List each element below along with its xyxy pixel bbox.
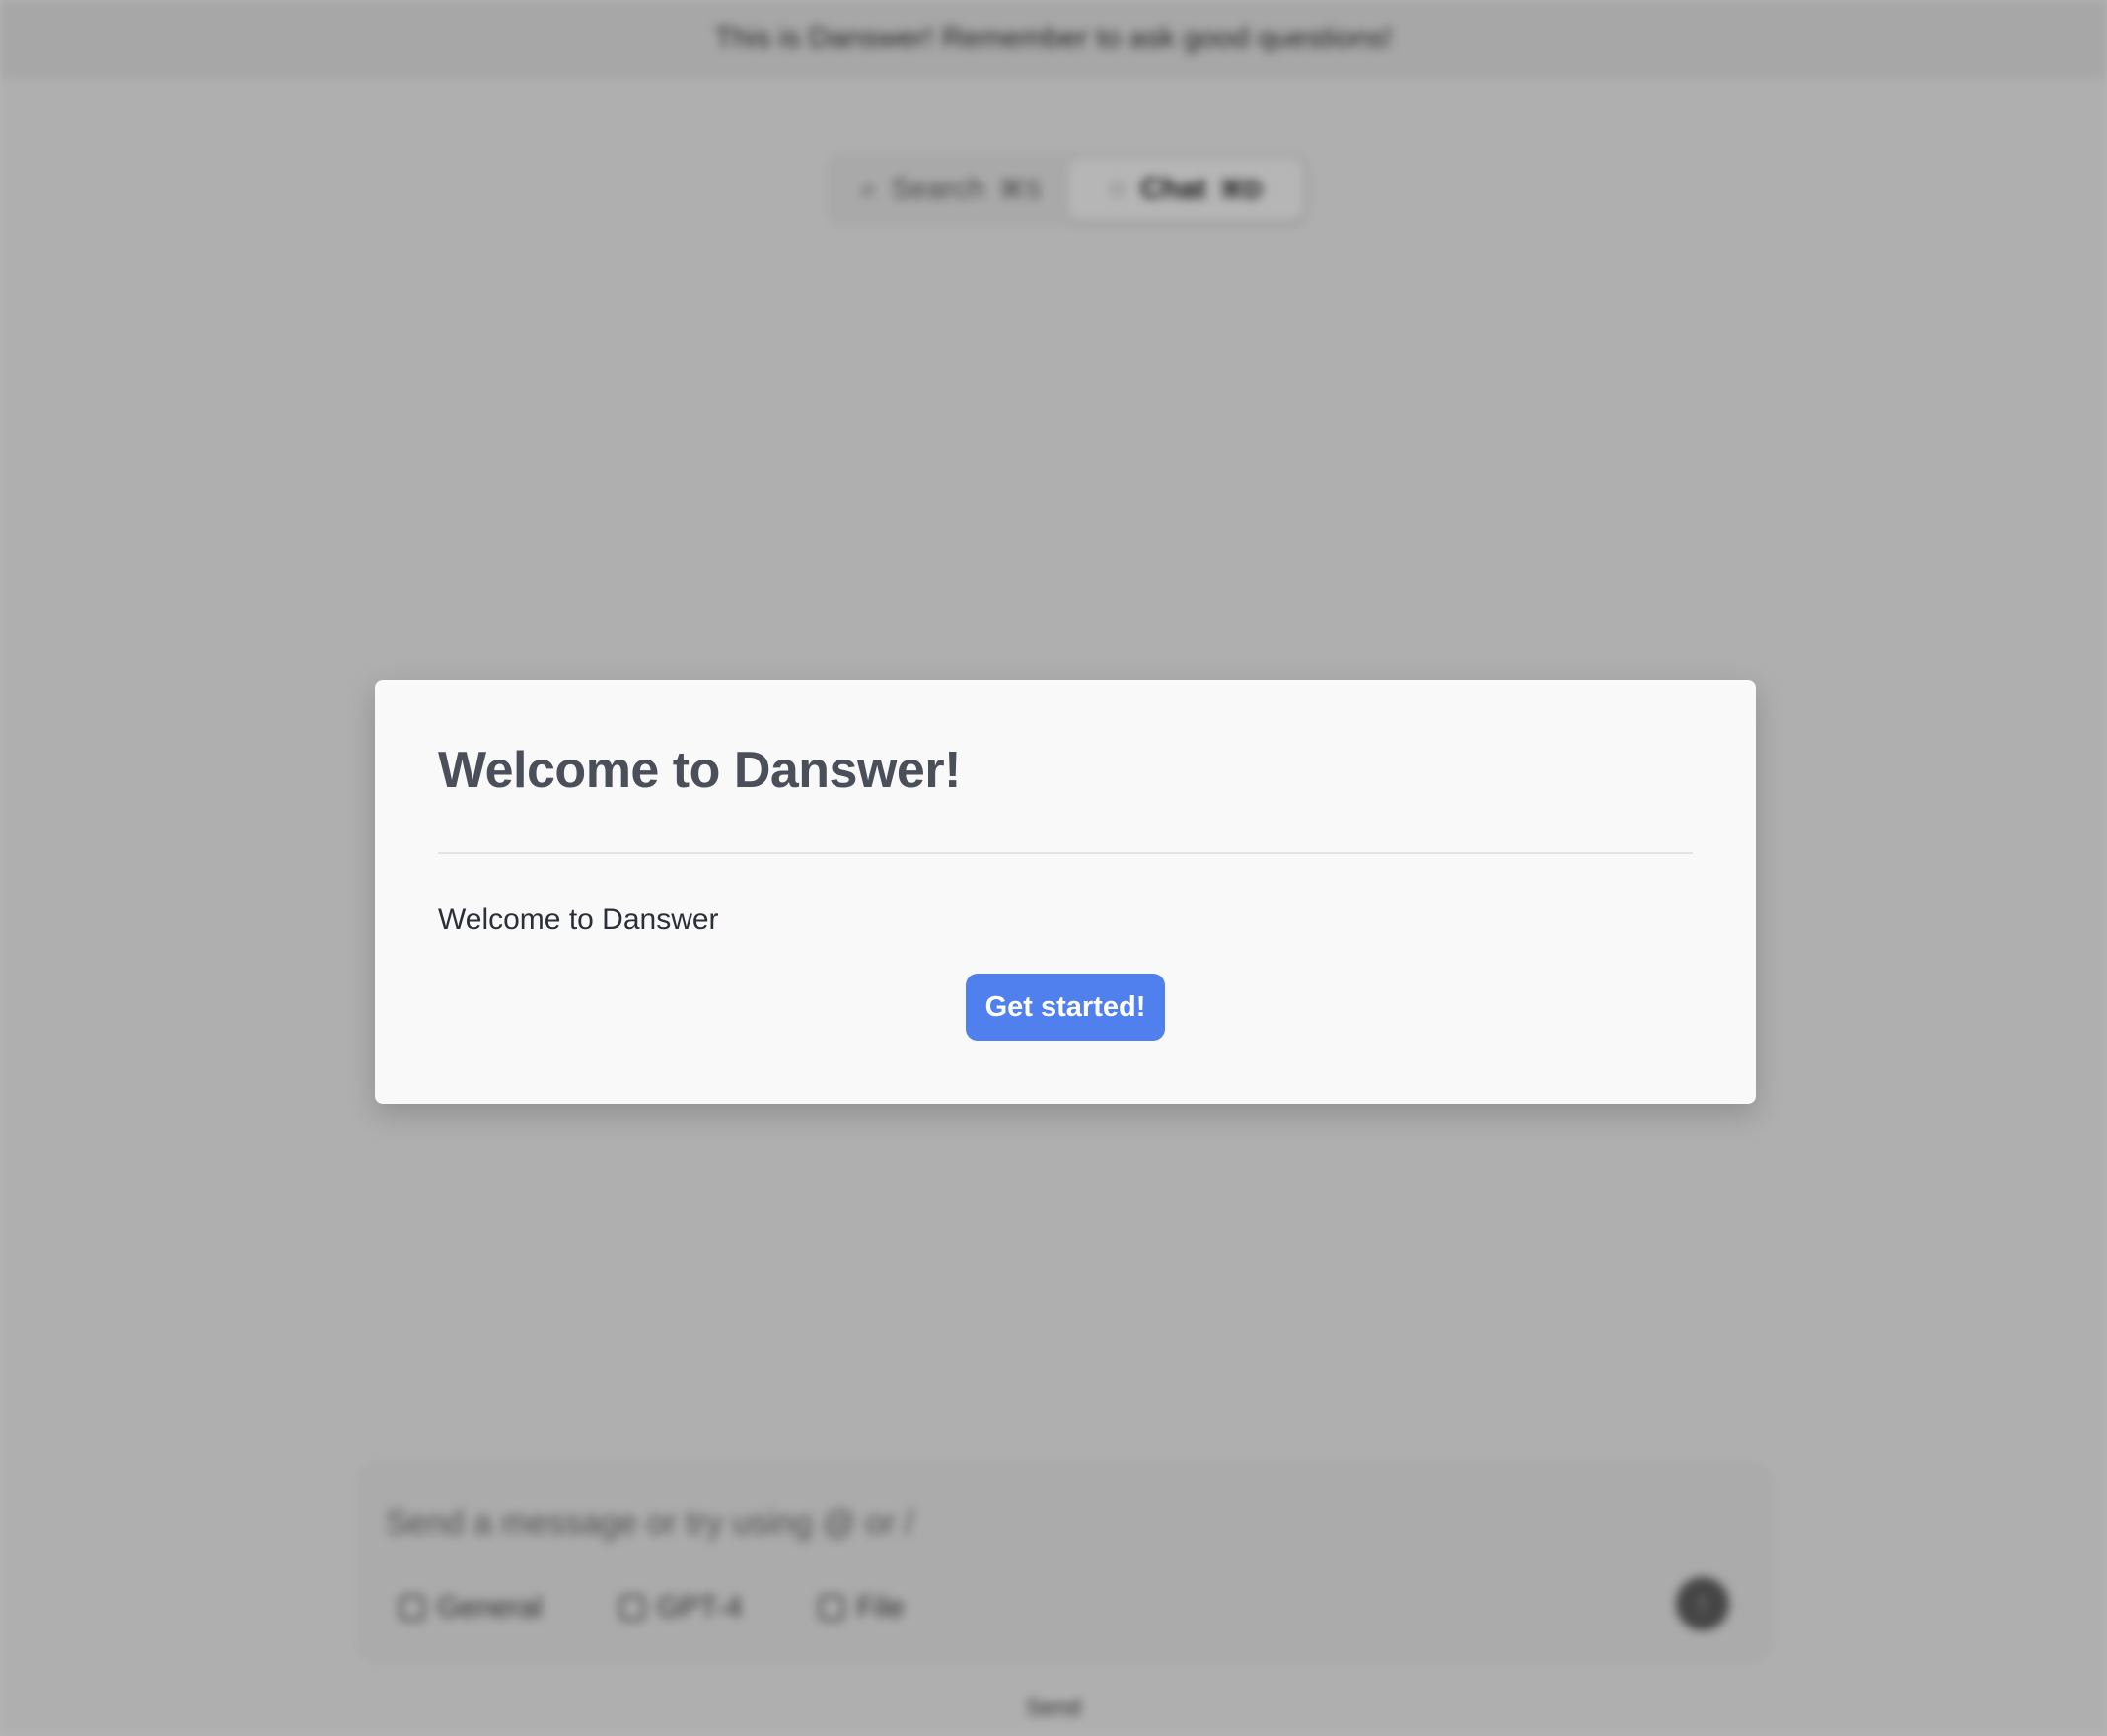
- welcome-modal: Welcome to Danswer! Welcome to Danswer G…: [375, 680, 1756, 1104]
- modal-title: Welcome to Danswer!: [438, 742, 961, 799]
- modal-body-text: Welcome to Danswer: [438, 904, 719, 937]
- get-started-button[interactable]: Get started!: [966, 974, 1165, 1041]
- modal-divider: [438, 852, 1693, 855]
